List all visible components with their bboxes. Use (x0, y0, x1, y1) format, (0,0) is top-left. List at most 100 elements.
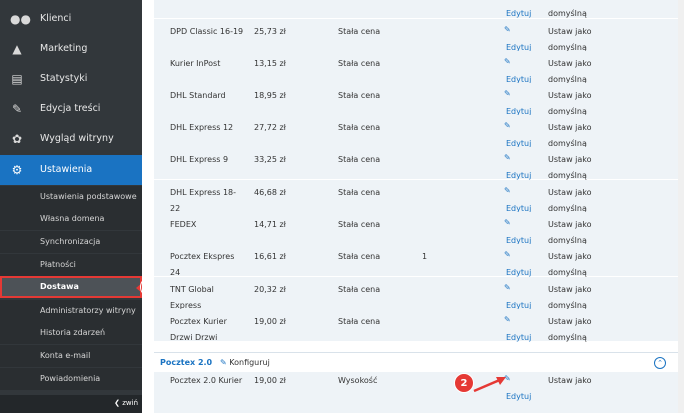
method-price: 19,00 zł (254, 317, 286, 326)
sidebar-item-statystyki[interactable]: ▤ Statystyki (0, 64, 142, 94)
pencil-icon[interactable]: ✎ (504, 218, 512, 227)
table-row (154, 277, 684, 309)
pencil-icon[interactable]: ✎ (504, 186, 512, 195)
group-title: Pocztex 2.0 (160, 358, 213, 367)
pencil-icon[interactable]: ✎ (504, 153, 512, 162)
pencil-icon[interactable]: ✎ (504, 121, 512, 130)
sidebar-item-label: Marketing (40, 43, 88, 54)
brush-icon: ✿ (11, 132, 23, 146)
method-price: 46,68 zł (254, 188, 286, 197)
sidebar-item-wyglad[interactable]: ✿ Wygląd witryny (0, 124, 142, 154)
subitem-powiadomienia[interactable]: Powiadomienia (0, 368, 142, 390)
sidebar-item-label: Wygląd witryny (40, 133, 114, 144)
table-row (154, 115, 684, 147)
subitem-wlasna-domena[interactable]: Własna domena (0, 208, 142, 230)
table-row (154, 212, 684, 244)
method-name: DHL Express 18- (170, 188, 237, 197)
collapse-button[interactable]: ❮ zwiń (114, 399, 138, 407)
method-extra: 1 (422, 252, 428, 261)
set-default-link[interactable]: Ustaw jako (548, 188, 592, 197)
method-name: Pocztex Ekspres (170, 252, 235, 261)
method-type: Wysokość (338, 376, 378, 385)
set-default-link[interactable]: Ustaw jako (548, 123, 592, 132)
sidebar-item-ustawienia[interactable]: ⚙ Ustawienia (0, 155, 142, 185)
edit-link[interactable]: Edytuj (506, 171, 531, 180)
method-name: Pocztex 2.0 Kurier (170, 376, 243, 385)
sidebar-item-edycja[interactable]: ✎ Edycja treści (0, 94, 142, 124)
sidebar-item-label: Klienci (40, 13, 72, 24)
method-type: Stała cena (338, 188, 381, 197)
sidebar-item-label: Ustawienia (40, 164, 93, 175)
sidebar-item-klienci[interactable]: ●● Klienci (0, 4, 142, 34)
method-type: Stała cena (338, 220, 381, 229)
default-label: domyślną (548, 333, 587, 342)
method-name-line2: Drzwi Drzwi (170, 333, 218, 342)
method-price: 13,15 zł (254, 59, 286, 68)
subitem-administratorzy[interactable]: Administratorzy witryny (0, 300, 142, 322)
method-price: 16,61 zł (254, 252, 286, 261)
group-header-pocztex: Pocztex 2.0 ✎ Konfiguruj ⌃ (154, 352, 684, 374)
edit-link[interactable]: Edytuj (506, 268, 531, 277)
method-type: Stała cena (338, 91, 381, 100)
method-name: Pocztex Kurier (170, 317, 227, 326)
method-name: TNT Global (170, 285, 214, 294)
method-name: FEDEX (170, 220, 197, 229)
sidebar-footer: ❮ zwiń (0, 395, 142, 413)
table-row-partial (154, 0, 684, 18)
set-default-link[interactable]: Ustaw jako (548, 59, 592, 68)
method-name: DHL Standard (170, 91, 226, 100)
method-type: Stała cena (338, 252, 381, 261)
set-default-link[interactable]: Ustaw jako (548, 252, 592, 261)
set-default-link[interactable]: Ustaw jako (548, 285, 592, 294)
pencil-icon[interactable]: ✎ (504, 25, 512, 34)
set-default-link[interactable]: Ustaw jako (548, 317, 592, 326)
users-icon: ●● (10, 12, 31, 26)
chevron-up-icon[interactable]: ⌃ (654, 357, 666, 369)
edit-link[interactable]: Edytuj (506, 9, 531, 18)
pencil-icon[interactable]: ✎ (504, 57, 512, 66)
edit-link[interactable]: Edytuj (506, 333, 531, 342)
method-price: 33,25 zł (254, 155, 286, 164)
method-price: 14,71 zł (254, 220, 286, 229)
subitem-historia-zdarzen[interactable]: Historia zdarzeń (0, 322, 142, 344)
method-name: DHL Express 12 (170, 123, 234, 132)
scrollbar[interactable] (678, 0, 684, 413)
method-type: Stała cena (338, 27, 381, 36)
method-price: 25,73 zł (254, 27, 286, 36)
megaphone-icon: ▲ (12, 42, 22, 56)
method-name: DPD Classic 16-19 (170, 27, 244, 36)
method-type: Stała cena (338, 285, 381, 294)
bar-chart-icon: ▤ (11, 72, 23, 86)
pencil-icon[interactable]: ✎ (504, 250, 512, 259)
subitem-ustawienia-podstawowe[interactable]: Ustawienia podstawowe (0, 186, 142, 208)
set-default-link[interactable]: Ustaw jako (548, 27, 592, 36)
method-type: Stała cena (338, 155, 381, 164)
set-default-link[interactable]: Ustaw jako (548, 220, 592, 229)
table-row (154, 83, 684, 115)
subitem-synchronizacja[interactable]: Synchronizacja (0, 231, 142, 253)
pencil-icon[interactable]: ✎ (504, 89, 512, 98)
method-price: 27,72 zł (254, 123, 286, 132)
method-name: Kurier InPost (170, 59, 221, 68)
configure-button[interactable]: ✎ Konfiguruj (220, 358, 270, 367)
sidebar-item-label: Statystyki (40, 73, 88, 84)
pencil-icon: ✎ (220, 358, 227, 367)
subitem-konta-email[interactable]: Konta e-mail (0, 345, 142, 367)
set-default-link[interactable]: Ustaw jako (548, 91, 592, 100)
method-price: 20,32 zł (254, 285, 286, 294)
sidebar-item-marketing[interactable]: ▲ Marketing (0, 34, 142, 64)
set-default-link[interactable]: Ustaw jako (548, 155, 592, 164)
default-label: domyślną (548, 268, 587, 277)
gears-icon: ⚙ (11, 163, 23, 177)
shipping-methods-panel: Edytuj domyślną DPD Classic 16-19 25,73 z… (142, 0, 684, 413)
subitem-dostawa[interactable]: Dostawa (0, 276, 142, 298)
method-price: 18,95 zł (254, 91, 286, 100)
set-default-link[interactable]: Ustaw jako (548, 376, 592, 385)
subitem-platnosci[interactable]: Płatności (0, 254, 142, 276)
method-name: DHL Express 9 (170, 155, 229, 164)
method-type: Stała cena (338, 123, 381, 132)
pencil-icon[interactable]: ✎ (504, 315, 512, 324)
sidebar: ●● Klienci ▲ Marketing ▤ Statystyki ✎ Ed… (0, 0, 142, 413)
default-label: domyślną (548, 171, 587, 180)
pencil-icon[interactable]: ✎ (504, 283, 512, 292)
